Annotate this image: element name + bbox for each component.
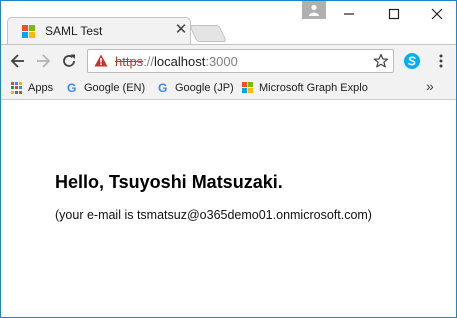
bookmark-microsoft-graph-explorer[interactable]: Microsoft Graph Explo bbox=[242, 80, 368, 96]
tab-saml-test[interactable]: SAML Test ✕ bbox=[7, 17, 191, 45]
bookmark-apps[interactable]: Apps bbox=[11, 80, 53, 96]
bookmark-google-jp[interactable]: G Google (JP) bbox=[158, 80, 234, 96]
forward-arrow-icon bbox=[37, 54, 51, 68]
kebab-menu-icon bbox=[439, 54, 443, 68]
skype-icon bbox=[404, 53, 420, 69]
profile-button[interactable] bbox=[302, 1, 326, 19]
minimize-button[interactable] bbox=[331, 1, 367, 27]
maximize-button[interactable] bbox=[376, 1, 412, 27]
bookmark-label: Microsoft Graph Explo bbox=[259, 82, 368, 94]
reload-button[interactable] bbox=[57, 49, 81, 73]
browser-window: SAML Test ✕ https://localhost:3000 Apps … bbox=[0, 0, 457, 318]
bookmark-label: Apps bbox=[28, 82, 54, 94]
google-icon: G bbox=[67, 81, 77, 95]
url-port: :3000 bbox=[205, 54, 238, 69]
bookmark-google-en[interactable]: G Google (EN) bbox=[67, 80, 145, 96]
back-arrow-icon bbox=[10, 54, 24, 68]
bookmarks-overflow-chevron-icon[interactable]: » bbox=[426, 78, 434, 94]
minimize-icon bbox=[344, 13, 354, 15]
back-button[interactable] bbox=[6, 49, 30, 73]
url-text: https://localhost:3000 bbox=[115, 54, 238, 69]
close-icon bbox=[431, 8, 443, 20]
bookmarks-bar: Apps G Google (EN) G Google (JP) Microso… bbox=[1, 76, 456, 100]
not-secure-warning-icon bbox=[94, 54, 108, 67]
apps-grid-icon bbox=[11, 82, 23, 94]
url-separator: :// bbox=[143, 54, 155, 69]
close-window-button[interactable] bbox=[419, 1, 455, 27]
tab-title: SAML Test bbox=[45, 24, 103, 38]
email-text: (your e-mail is tsmatsuz@o365demo01.onmi… bbox=[55, 208, 372, 222]
bookmark-label: Google (JP) bbox=[175, 82, 234, 94]
url-host: localhost bbox=[154, 54, 206, 69]
greeting-heading: Hello, Tsuyoshi Matsuzaki. bbox=[55, 172, 283, 192]
tab-close-icon[interactable]: ✕ bbox=[172, 21, 190, 39]
bookmark-star-icon[interactable] bbox=[373, 53, 389, 69]
maximize-icon bbox=[388, 8, 400, 20]
url-scheme: https bbox=[115, 54, 144, 69]
microsoft-favicon-icon bbox=[22, 25, 36, 39]
browser-toolbar: https://localhost:3000 bbox=[1, 44, 456, 76]
skype-extension-button[interactable] bbox=[400, 49, 424, 73]
forward-button[interactable] bbox=[31, 49, 55, 73]
person-icon bbox=[309, 4, 319, 16]
tab-strip: SAML Test ✕ bbox=[1, 1, 456, 45]
page-content: Hello, Tsuyoshi Matsuzaki. (your e-mail … bbox=[1, 101, 456, 317]
bookmark-label: Google (EN) bbox=[84, 82, 146, 94]
chrome-menu-button[interactable] bbox=[429, 49, 453, 73]
reload-icon bbox=[63, 54, 75, 67]
google-icon: G bbox=[158, 81, 168, 95]
new-tab-button[interactable] bbox=[189, 25, 227, 42]
microsoft-icon bbox=[242, 82, 254, 94]
address-bar[interactable]: https://localhost:3000 bbox=[87, 49, 394, 73]
